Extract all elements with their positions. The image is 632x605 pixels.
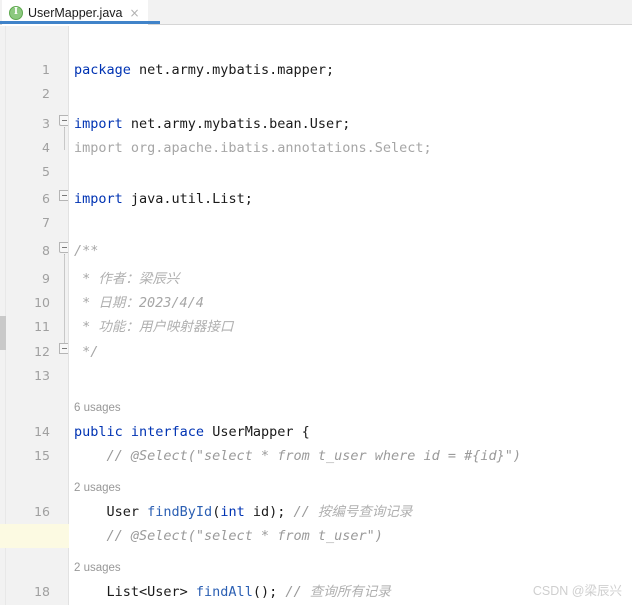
line-number[interactable]: 11: [6, 315, 50, 339]
code-token: findById: [147, 504, 213, 520]
code-token: import: [74, 116, 131, 132]
code-token: findAll: [195, 584, 253, 600]
code-line[interactable]: * 日期：2023/4/4: [74, 291, 204, 315]
code-token: import: [74, 191, 131, 207]
code-token: import org.apache.ibatis.annotations.Sel…: [74, 140, 432, 156]
code-token: 功能：用户映射器接口: [98, 319, 234, 335]
code-token: // @Select("select * from t_user where i…: [74, 448, 522, 464]
code-token: net.army.mybatis.bean.User;: [130, 116, 351, 132]
code-token: 日期：: [98, 295, 139, 311]
close-icon[interactable]: ×: [128, 7, 140, 19]
active-tab-indicator: [0, 21, 160, 24]
java-interface-icon: [9, 5, 23, 20]
code-line[interactable]: List<User> findAll(); // 查询所有记录: [74, 580, 391, 604]
editor-tab-label: UserMapper.java: [28, 5, 123, 20]
line-number[interactable]: 4: [6, 136, 50, 160]
code-token: // @Select("select * from t_user"): [74, 528, 383, 544]
line-number-gutter[interactable]: 12345678910111213141516171819: [6, 26, 70, 605]
usages-inlay-hint[interactable]: 2 usages: [74, 556, 121, 580]
line-number[interactable]: 6: [6, 187, 50, 211]
code-token: *: [74, 271, 99, 287]
line-number[interactable]: 3: [6, 112, 50, 136]
ide-editor-window: UserMapper.java × 1234567891011121314151…: [0, 0, 632, 605]
line-number[interactable]: 9: [6, 267, 50, 291]
line-number[interactable]: 12: [6, 340, 50, 364]
line-number[interactable]: 5: [6, 160, 50, 184]
code-token: net.army.mybatis.mapper;: [139, 62, 335, 78]
code-token: 作者：梁辰兴: [98, 271, 180, 287]
code-line[interactable]: * 作者：梁辰兴: [74, 267, 179, 291]
line-number[interactable]: 7: [6, 211, 50, 235]
editor-tab-bar: UserMapper.java ×: [0, 0, 632, 25]
code-token: java.util.List;: [130, 191, 253, 207]
code-token: //: [285, 584, 310, 600]
code-token: /**: [74, 243, 99, 259]
line-number[interactable]: 14: [6, 420, 50, 444]
code-token: *: [74, 295, 99, 311]
line-number[interactable]: 2: [6, 82, 50, 106]
line-number[interactable]: 16: [6, 500, 50, 524]
code-token: */: [74, 344, 99, 360]
code-token: UserMapper {: [212, 424, 310, 440]
line-number[interactable]: 13: [6, 364, 50, 388]
code-token: ();: [252, 584, 286, 600]
line-number[interactable]: 1: [6, 58, 50, 82]
code-token: *: [74, 319, 99, 335]
code-line[interactable]: import org.apache.ibatis.annotations.Sel…: [74, 136, 432, 160]
line-number[interactable]: 18: [6, 580, 50, 604]
code-editor[interactable]: 12345678910111213141516171819 6 usages2 …: [0, 26, 632, 605]
code-line[interactable]: */: [74, 340, 98, 364]
code-fold-line: [64, 128, 65, 150]
line-number[interactable]: 15: [6, 444, 50, 468]
code-line[interactable]: package net.army.mybatis.mapper;: [74, 58, 334, 82]
code-token: User: [106, 504, 148, 520]
code-fold-line: [64, 255, 65, 351]
code-token: int: [220, 504, 253, 520]
code-line[interactable]: User findById(int id); // 按编号查询记录: [74, 500, 413, 524]
code-token: //: [293, 504, 318, 520]
code-line[interactable]: public interface UserMapper {: [74, 420, 310, 444]
code-token: interface: [130, 424, 213, 440]
code-line[interactable]: /**: [74, 239, 98, 263]
code-line[interactable]: import net.army.mybatis.bean.User;: [74, 112, 350, 136]
code-token: 2023/4/4: [138, 295, 204, 311]
code-token: package: [74, 62, 140, 78]
code-token: id);: [252, 504, 294, 520]
code-line[interactable]: // @Select("select * from t_user"): [74, 524, 383, 548]
watermark: CSDN @梁辰兴: [532, 584, 622, 598]
usages-inlay-hint[interactable]: 6 usages: [74, 396, 121, 420]
code-token: List<User>: [106, 584, 196, 600]
code-line[interactable]: * 功能：用户映射器接口: [74, 315, 233, 339]
code-line[interactable]: // @Select("select * from t_user where i…: [74, 444, 522, 468]
code-token: 按编号查询记录: [317, 504, 413, 520]
code-token: 查询所有记录: [309, 584, 391, 600]
line-number[interactable]: 8: [6, 239, 50, 263]
code-text-area[interactable]: 6 usages 2 usages 2 usages package net.army…: [69, 26, 632, 605]
usages-inlay-hint[interactable]: 2 usages: [74, 476, 121, 500]
line-number[interactable]: 10: [6, 291, 50, 315]
code-line[interactable]: import java.util.List;: [74, 187, 253, 211]
code-token: public: [74, 424, 131, 440]
